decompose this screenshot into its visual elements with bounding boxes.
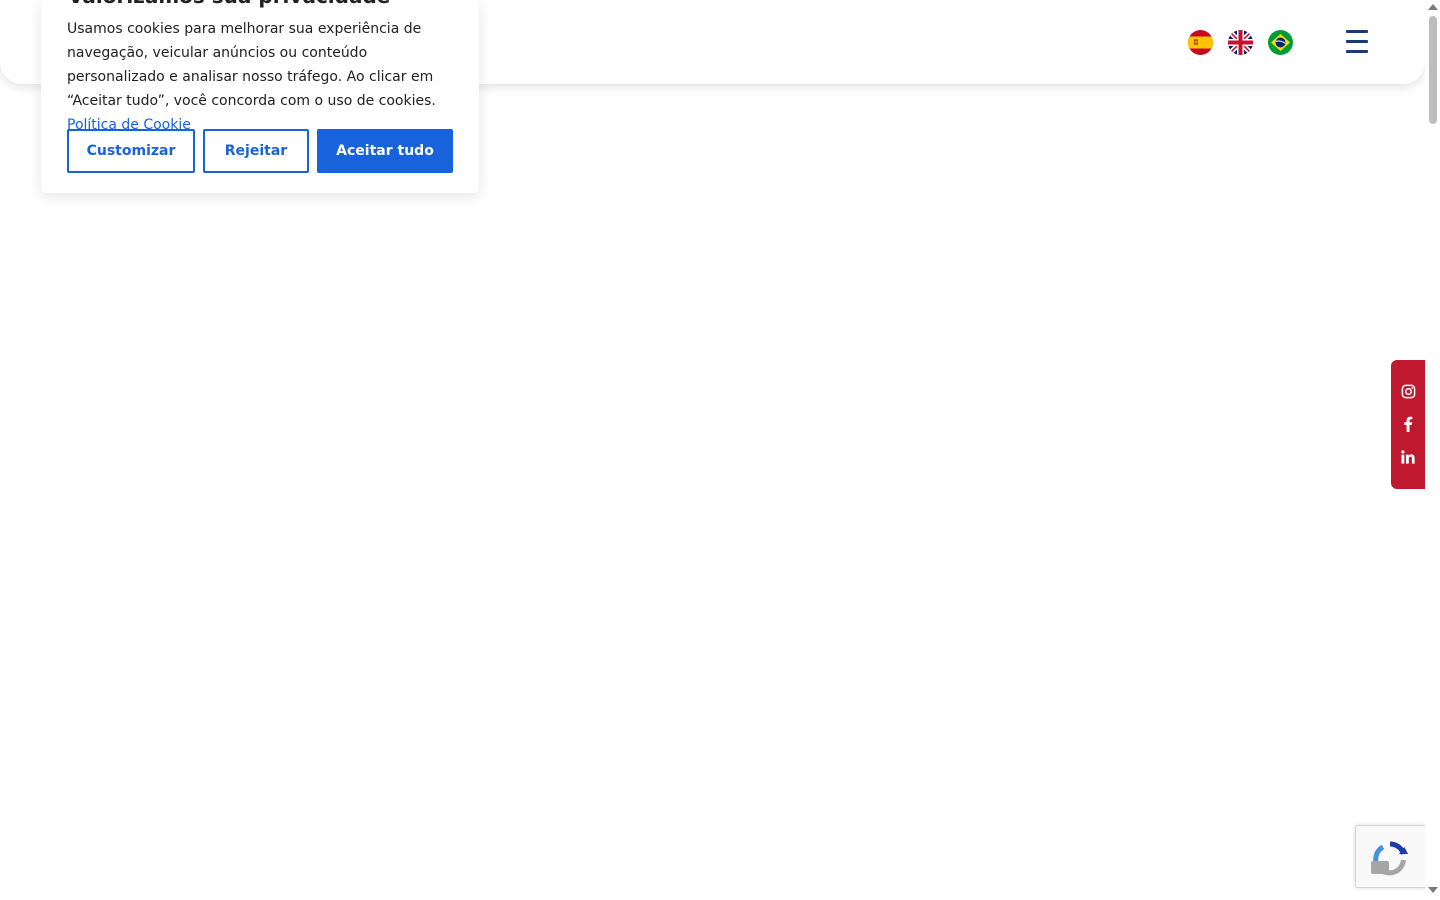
recaptcha-icon (1371, 841, 1408, 876)
scroll-down-arrow-icon[interactable] (1428, 887, 1438, 893)
linkedin-icon[interactable] (1400, 449, 1416, 465)
cookie-banner-title: Valorizamos sua privacidade (68, 0, 390, 8)
accept-all-button[interactable]: Aceitar tudo (317, 129, 453, 173)
cookie-banner-description: Usamos cookies para melhorar sua experiê… (67, 21, 436, 109)
scroll-up-arrow-icon[interactable] (1428, 4, 1438, 10)
scrollbar-thumb[interactable] (1429, 16, 1437, 124)
social-sidebar (1391, 360, 1425, 489)
brazil-flag-icon[interactable] (1268, 30, 1293, 55)
customize-button[interactable]: Customizar (67, 129, 195, 173)
hamburger-menu-icon[interactable] (1340, 27, 1373, 57)
facebook-icon[interactable] (1400, 416, 1416, 432)
cookie-banner-text: Usamos cookies para melhorar sua experiê… (67, 17, 457, 137)
instagram-icon[interactable] (1400, 383, 1416, 399)
uk-flag-icon[interactable] (1228, 30, 1253, 55)
cookie-consent-banner: Valorizamos sua privacidade Usamos cooki… (41, 0, 479, 193)
scrollbar-track[interactable] (1425, 0, 1440, 900)
recaptcha-badge[interactable] (1355, 825, 1426, 888)
reject-button[interactable]: Rejeitar (203, 129, 309, 173)
spain-flag-icon[interactable] (1188, 30, 1213, 55)
